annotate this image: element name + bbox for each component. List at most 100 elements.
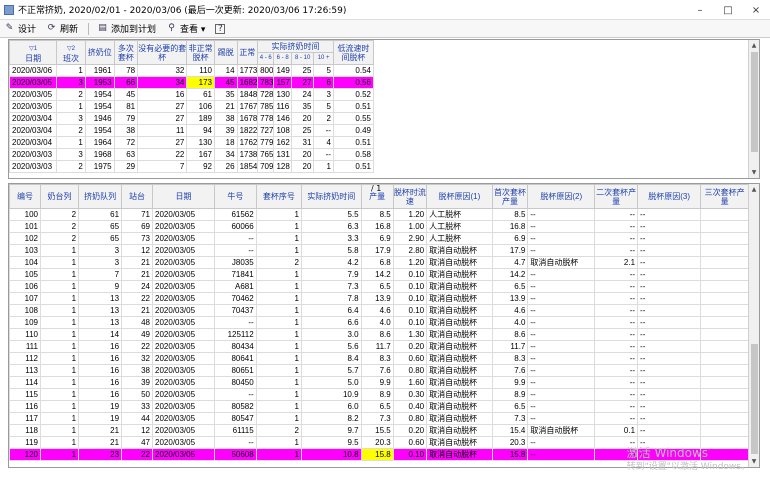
col-date[interactable]: ▽1 日期 — [9, 40, 58, 65]
scroll-down-arrow[interactable]: ▼ — [749, 167, 759, 178]
summary-row[interactable]: 2020/03/05 3 1953 66 34 173 45 1682 783 157 27 6 0.5… — [9, 76, 375, 89]
detail-col-header[interactable]: 牛号 — [213, 184, 257, 209]
detail-cell: -- — [637, 400, 702, 413]
detail-row[interactable]: 103 1 3 12 2020/03/05 -- 1 5.8 17.9 2.80 取消自动脱杯 17.… — [9, 244, 749, 257]
summary-cell: 167 — [186, 148, 216, 161]
minimize-button[interactable]: – — [686, 0, 714, 20]
summary-row[interactable]: 2020/03/03 3 1968 63 22 167 34 1738 765 131 20 -- 0.… — [9, 148, 375, 161]
summary-cell: 0.56 — [332, 76, 375, 89]
detail-col-header[interactable]: 实际挤奶时间 — [300, 184, 362, 209]
scroll-thumb[interactable] — [751, 344, 758, 454]
detail-col-header[interactable]: 编号 — [9, 184, 41, 209]
summary-row[interactable]: 2020/03/04 3 1946 79 27 189 38 1678 778 146 20 2 0.5… — [9, 112, 375, 125]
detail-scrollbar[interactable]: ▲ ▼ — [748, 184, 759, 467]
detail-cell: 108 — [9, 304, 41, 317]
detail-row[interactable]: 101 2 65 69 2020/03/05 60066 1 6.3 16.8 1.00 人工脱杯 1… — [9, 220, 749, 233]
detail-row[interactable]: 105 1 7 21 2020/03/05 71841 1 7.9 14.2 0.10 取消自动脱杯… — [9, 268, 749, 281]
detail-col-header[interactable]: 站台 — [121, 184, 154, 209]
detail-row[interactable]: 118 1 21 12 2020/03/05 61115 2 9.7 15.5 0.20 取消自动脱… — [9, 424, 749, 437]
summary-row[interactable]: 2020/03/05 1 1954 81 27 106 21 1767 785 116 35 5 0.5… — [9, 100, 375, 113]
detail-col-header[interactable]: 奶台列 — [39, 184, 80, 209]
detail-row[interactable]: 116 1 19 33 2020/03/05 80582 1 6.0 6.5 0.40 取消自动脱杯… — [9, 400, 749, 413]
detail-col-header[interactable]: 脱杯原因(3) — [637, 184, 702, 209]
design-label: 设计 — [18, 25, 37, 35]
detail-cell: 6.0 — [300, 400, 362, 413]
detail-col-header[interactable]: 挤奶队列 — [78, 184, 123, 209]
col-kickoff[interactable]: 踢脱 — [214, 40, 238, 65]
close-button[interactable]: × — [742, 0, 770, 20]
add-to-plan-button[interactable]: ▤ 添加到计划 — [97, 22, 156, 35]
design-button[interactable]: ✎ 设计 — [4, 22, 36, 35]
maximize-button[interactable]: □ — [714, 0, 742, 20]
detail-row[interactable]: 111 1 16 22 2020/03/05 80434 1 5.6 11.7 0.20 取消自动脱… — [9, 340, 749, 353]
scroll-down-arrow[interactable]: ▼ — [749, 456, 759, 467]
col-normal[interactable]: 正常 — [236, 40, 259, 65]
detail-cell: 2020/03/05 — [152, 232, 215, 245]
summary-cell: 29 — [113, 160, 139, 173]
col-unnecessary-attach[interactable]: 没有必要的套杯 — [137, 40, 188, 65]
detail-cell: 2020/03/05 — [152, 280, 215, 293]
summary-cell: 110 — [186, 64, 216, 77]
detail-row[interactable]: 114 1 16 39 2020/03/05 80450 1 5.0 9.9 1.60 取消自动脱杯… — [9, 376, 749, 389]
detail-cell: 1 — [255, 232, 302, 245]
detail-cell: 4.6 — [491, 304, 529, 317]
summary-cell: 3 — [56, 112, 86, 125]
detail-row[interactable]: 117 1 19 44 2020/03/05 80547 1 8.2 7.3 0.80 取消自动脱杯… — [9, 412, 749, 425]
detail-cell: 9 — [78, 280, 123, 293]
col-6-8[interactable]: 6 - 8 — [273, 52, 292, 65]
detail-cell: 21 — [121, 256, 154, 269]
detail-cell: 1 — [39, 340, 80, 353]
detail-row[interactable]: 110 1 14 49 2020/03/05 125112 1 3.0 8.6 1.30 取消自动脱… — [9, 328, 749, 341]
detail-row[interactable]: 109 1 13 48 2020/03/05 -- 1 6.6 4.0 0.10 取消自动脱杯 4.0… — [9, 316, 749, 329]
col-8-10[interactable]: 8 - 10 — [290, 52, 315, 65]
summary-cell: 0.51 — [332, 136, 375, 149]
col-abnormal-detach[interactable]: 非正常脱杯 — [186, 40, 216, 65]
summary-scrollbar[interactable]: ▲ ▼ — [748, 40, 759, 178]
summary-cell: 2 — [313, 112, 334, 125]
scroll-up-arrow[interactable]: ▲ — [749, 184, 759, 195]
detail-row[interactable]: 104 1 3 21 2020/03/05 J8035 2 4.2 6.8 1.20 取消自动脱杯 4… — [9, 256, 749, 269]
summary-row[interactable]: 2020/03/04 2 1954 38 11 94 39 1822 727 108 25 -- 0.4… — [9, 124, 375, 137]
detail-row[interactable]: 106 1 9 24 2020/03/05 A681 1 7.3 6.5 0.10 取消自动脱杯 6.… — [9, 280, 749, 293]
detail-row[interactable]: 115 1 16 50 2020/03/05 -- 1 10.9 8.9 0.30 取消自动脱杯 8.… — [9, 388, 749, 401]
summary-cell: 38 — [113, 124, 139, 137]
detail-col-header[interactable]: 三次套杯产量 — [700, 184, 749, 209]
view-button[interactable]: ⚲ 查看 ▾ — [166, 22, 205, 35]
detail-cell: 2.90 — [392, 232, 428, 245]
detail-cell: 1 — [39, 412, 80, 425]
refresh-button[interactable]: ⟳ 刷新 — [46, 22, 78, 35]
detail-cell: 取消自动脱杯 — [426, 388, 493, 401]
detail-row[interactable]: 108 1 13 21 2020/03/05 70437 1 6.4 4.6 0.10 取消自动脱杯… — [9, 304, 749, 317]
col-10-plus[interactable]: 10 + — [313, 52, 334, 65]
detail-row[interactable]: 107 1 13 22 2020/03/05 70462 1 7.8 13.9 0.10 取消自动脱… — [9, 292, 749, 305]
scroll-thumb[interactable] — [751, 52, 758, 152]
help-button[interactable]: ? — [215, 23, 228, 34]
detail-col-header[interactable]: 套杯序号 — [255, 184, 302, 209]
detail-row[interactable]: 100 2 61 71 2020/03/05 61562 1 5.5 8.5 1.20 人工脱杯 8.… — [9, 208, 749, 221]
col-shift[interactable]: ▽2 班次 — [56, 40, 86, 65]
col-low-flow[interactable]: 低流速时间脱杯 — [332, 40, 375, 65]
col-4-6[interactable]: 4 - 6 — [257, 52, 275, 65]
summary-cell: 34 — [214, 148, 238, 161]
summary-row[interactable]: 2020/03/06 1 1961 78 32 110 14 1773 800 149 25 5 0.5… — [9, 64, 375, 77]
scroll-up-arrow[interactable]: ▲ — [749, 40, 759, 51]
detail-cell: -- — [594, 388, 639, 401]
detail-col-header[interactable]: 脱杯原因(1) — [426, 184, 493, 209]
col-multi-attach[interactable]: 多次套杯 — [113, 40, 139, 65]
summary-row[interactable]: 2020/03/04 1 1964 72 27 130 18 1762 779 162 31 4 0.5… — [9, 136, 375, 149]
detail-col-header[interactable]: 日期 — [152, 184, 215, 209]
detail-col-header[interactable]: 脱杯原因(2) — [527, 184, 596, 209]
detail-col-header[interactable]: 脱杯时流速 — [392, 184, 428, 209]
detail-col-header[interactable]: 首次套杯产量 — [491, 184, 529, 209]
detail-col-header[interactable]: 二次套杯产量 — [594, 184, 639, 209]
summary-row[interactable]: 2020/03/05 2 1954 45 16 61 35 1848 728 130 24 3 0.52 — [9, 88, 375, 101]
summary-row[interactable]: 2020/03/03 2 1975 29 7 92 26 1854 709 128 20 1 0.51 — [9, 160, 375, 173]
detail-row[interactable]: 102 2 65 73 2020/03/05 -- 1 3.3 6.9 2.90 人工脱杯 6.9 --… — [9, 232, 749, 245]
detail-row[interactable]: 112 1 16 32 2020/03/05 80641 1 8.4 8.3 0.60 取消自动脱杯… — [9, 352, 749, 365]
detail-cell: 1 — [255, 304, 302, 317]
detail-row[interactable]: 113 1 16 38 2020/03/05 80651 1 5.7 7.6 0.80 取消自动脱杯… — [9, 364, 749, 377]
col-stall[interactable]: 挤奶位 — [84, 40, 115, 65]
detail-cell: 人工脱杯 — [426, 232, 493, 245]
detail-cell: 21 — [78, 436, 123, 449]
detail-cell: 5.8 — [300, 244, 362, 257]
